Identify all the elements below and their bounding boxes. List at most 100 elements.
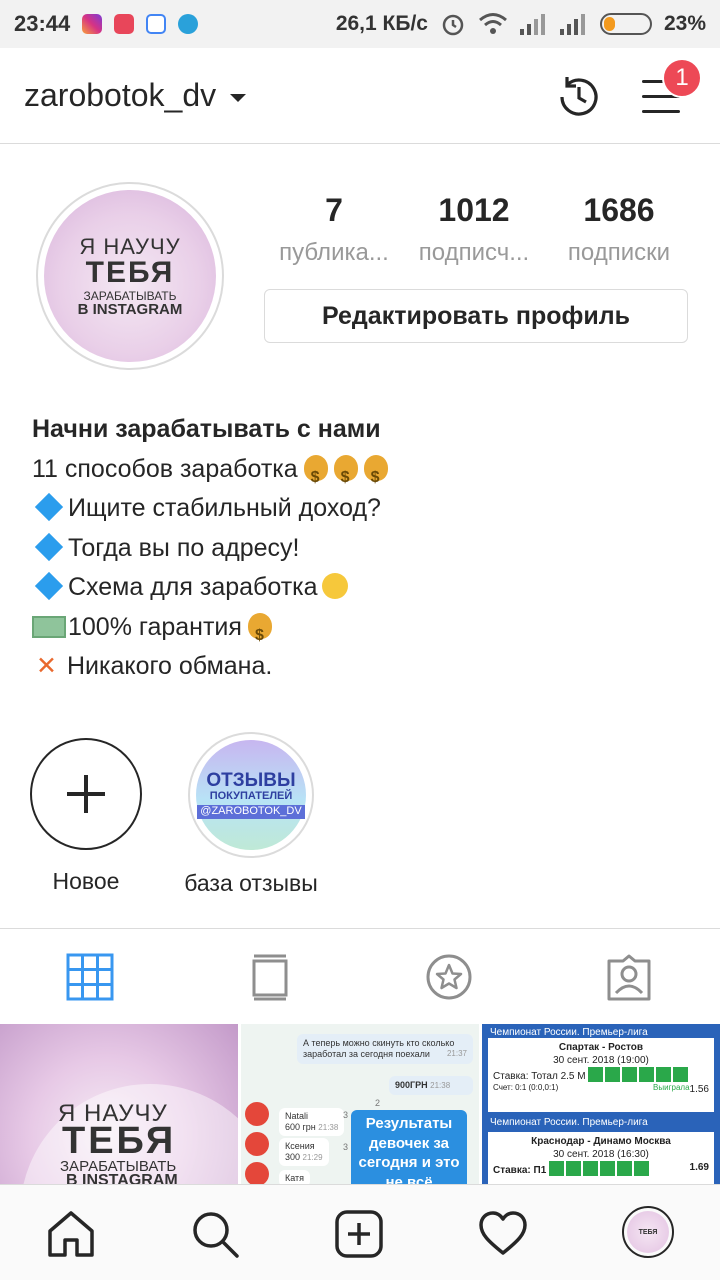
profile-avatar[interactable]: Я НАУЧУ ТЕБЯ ЗАРАБАТЫВАТЬ В INSTAGRAM (36, 182, 224, 370)
apple-avatar (245, 1162, 269, 1184)
status-bar: 23:44 26,1 КБ/с 23% (0, 0, 720, 48)
entry-name: Natali (285, 1111, 309, 1121)
highlight-cover-image: ОТЗЫВЫ ПОКУПАТЕЛЕЙ @ZAROBOTOK_DV (196, 740, 306, 850)
match-name: Спартак - Ростов (558, 1042, 644, 1053)
avatar-image: Я НАУЧУ ТЕБЯ ЗАРАБАТЫВАТЬ В INSTAGRAM (44, 190, 216, 362)
banknote-icon (32, 615, 66, 638)
bio-line-text: 11 способов заработка (32, 454, 298, 483)
highlight-cover-line2: ПОКУПАТЕЛЕЙ (209, 790, 293, 803)
profile-tabs (0, 928, 720, 1024)
highlight-label: база отзывы (184, 870, 318, 896)
bet-score: Счет: 0:1 (0:0,0:1) (493, 1083, 559, 1092)
feed-icon[interactable] (246, 953, 294, 1001)
stat-followers[interactable]: 1012 подписч... (404, 192, 544, 267)
bio-line: 11 способов заработка (32, 450, 692, 497)
chat-time: 21:37 (446, 1048, 467, 1058)
profile-avatar[interactable]: ТЕБЯ (622, 1206, 674, 1258)
entry-amount: 300 (285, 1151, 301, 1162)
bio-line: Ищите стабильный доход? (32, 489, 692, 529)
highlight-cover-line1: ОТЗЫВЫ (206, 770, 296, 792)
battery-icon (599, 13, 652, 35)
status-time: 23:44 (14, 11, 71, 36)
highlight-reviews[interactable]: ОТЗЫВЫ ПОКУПАТЕЛЕЙ @ZAROBOTOK_DV база от… (178, 732, 324, 897)
plus-icon-bar (67, 792, 105, 796)
entry-time: 21:38 (318, 1122, 339, 1132)
bet-odds: 1.56 (689, 1084, 709, 1095)
check-icons (588, 1067, 690, 1083)
new-post-icon[interactable] (334, 1209, 384, 1259)
tagged-icon[interactable] (605, 953, 653, 1001)
stat-following[interactable]: 1686 подписки (550, 192, 688, 267)
bio-name: Начни зарабатывать с нами (32, 415, 381, 443)
post-thumbnail[interactable]: Чемпионат России. Премьер-лига Спартак -… (482, 1024, 720, 1184)
new-highlight-button[interactable] (30, 738, 142, 850)
check-icons (549, 1161, 651, 1177)
stat-posts-label: публика... (279, 239, 389, 266)
alarm-icon (442, 14, 464, 36)
home-icon[interactable] (46, 1209, 96, 1259)
match-date: 30 сент. 2018 (16:30) (553, 1149, 649, 1160)
score-row: Счет: 0:1 (0:0,0:1) Выиграла (493, 1083, 709, 1093)
avatar-mini-text: ТЕБЯ (638, 1228, 658, 1236)
battery-percent: 23% (663, 12, 706, 35)
entry-time: 21:29 (302, 1152, 323, 1162)
blue-diamond-icon (34, 571, 64, 601)
username[interactable]: zarobotok_dv (24, 77, 216, 114)
entry-name: Ксения (285, 1141, 315, 1151)
bet-row: Ставка: Тотал 2.5 М 1.56 (493, 1067, 709, 1095)
stat-following-count: 1686 (583, 192, 655, 228)
chat-bubble: 900ГРН 21:38 (389, 1076, 473, 1095)
league-header: Чемпионат России. Премьер-лига (490, 1117, 648, 1128)
history-icon[interactable] (554, 72, 604, 122)
bio-line-text: 100% гарантия (68, 612, 242, 641)
bio-line-text: Схема для заработка (68, 573, 318, 601)
chat-message: А теперь можно скинуть кто сколько зараб… (303, 1038, 455, 1059)
reaction-count: 3 (343, 1110, 349, 1120)
stat-followers-count: 1012 (438, 192, 510, 228)
stat-posts[interactable]: 7 публика... (264, 192, 404, 267)
edit-profile-button[interactable]: Редактировать профиль (264, 289, 688, 343)
match-date: 30 сент. 2018 (19:00) (553, 1055, 649, 1066)
chat-amount: 900ГРН (395, 1080, 428, 1090)
saved-star-icon[interactable] (425, 953, 473, 1001)
grid-icon[interactable] (66, 953, 114, 1001)
highlight-cover[interactable]: ОТЗЫВЫ ПОКУПАТЕЛЕЙ @ZAROBOTOK_DV (188, 732, 314, 858)
post-thumbnail[interactable]: А теперь можно скинуть кто сколько зараб… (241, 1024, 479, 1184)
reaction-count: 3 (343, 1142, 349, 1152)
bet-row: Ставка: П1 1.69 (493, 1161, 709, 1177)
post-thumbnail[interactable]: Я НАУЧУ ТЕБЯ ЗАРАБАТЫВАТЬ В INSTAGRAM (0, 1024, 238, 1184)
chat-time: 21:38 (430, 1081, 451, 1090)
cross-mark-icon: ✕ (36, 652, 57, 680)
profile-avatar-image: ТЕБЯ (627, 1211, 669, 1253)
search-icon[interactable] (190, 1209, 240, 1259)
reaction-count: 2 (375, 1098, 381, 1108)
bet-type: Ставка: П1 (493, 1165, 547, 1176)
money-mouth-face-icon (321, 573, 348, 599)
chat-entry: Ксения 300 21:29 (279, 1138, 329, 1166)
stat-followers-label: подписч... (418, 239, 530, 266)
wifi-icon (479, 13, 507, 34)
bio-line-text: Никакого обмана. (66, 652, 273, 680)
bet-type: Ставка: Тотал 2.5 М (493, 1071, 586, 1082)
results-banner: Результаты девочек за сегодня и это не в… (351, 1110, 467, 1184)
signal-icon (519, 14, 545, 35)
network-speed: 26,1 КБ/с (335, 12, 428, 35)
stat-posts-count: 7 (325, 192, 343, 228)
chat-entry: Катя (279, 1170, 311, 1184)
bio-line: ✕ Никакого обмана. (32, 647, 692, 687)
chevron-down-icon[interactable] (230, 93, 247, 102)
highlight-new[interactable]: Новое (30, 738, 142, 895)
posts-grid: Я НАУЧУ ТЕБЯ ЗАРАБАТЫВАТЬ В INSTAGRAM А … (0, 1024, 720, 1184)
apple-avatar (245, 1102, 269, 1126)
bio-line-text: Ищите стабильный доход? (68, 494, 381, 522)
bet-status: Выиграла (653, 1083, 690, 1092)
activity-heart-icon[interactable] (478, 1209, 528, 1259)
avatar-text-line2: ТЕБЯ (85, 255, 175, 289)
match-name: Краснодар - Динамо Москва (531, 1136, 671, 1147)
pocket-icon (114, 14, 135, 34)
profile-bio: Начни зарабатывать с нами 11 способов за… (32, 410, 692, 687)
blue-diamond-icon (34, 492, 64, 522)
entry-amount: 600 грн (285, 1121, 316, 1132)
bio-line: Тогда вы по адресу! (32, 529, 692, 569)
telegram-icon (178, 14, 199, 34)
